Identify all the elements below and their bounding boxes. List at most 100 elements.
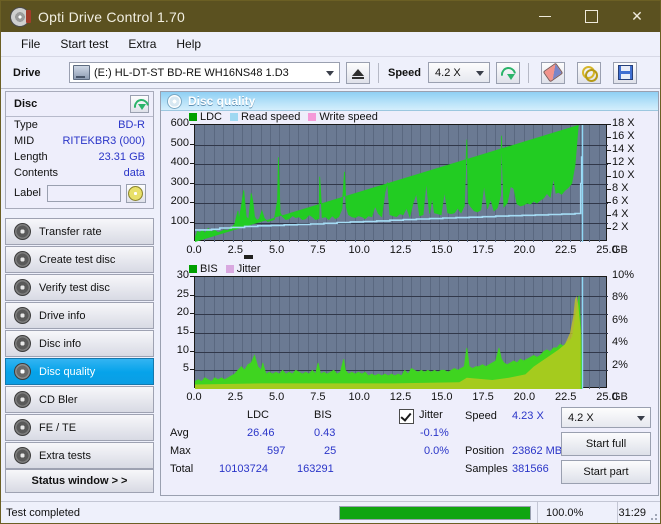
y2-axis-tick-label: 4 X [612,208,629,220]
chart-series-layer [195,125,608,242]
disc-label-input[interactable] [46,184,121,202]
start-full-button[interactable]: Start full [561,432,651,456]
y-axis-tick-label: 25 [176,287,189,300]
y-axis-tick [190,202,194,203]
x-axis-tick-label: 15.0 [431,391,453,403]
eject-button[interactable] [346,61,370,84]
test-speed-select[interactable]: 4.2 X [561,407,651,428]
legend-entry: Write speed [308,111,378,123]
status-text: Test completed [6,506,80,519]
refresh-icon [134,98,146,110]
y-axis-tick [190,222,194,223]
disc-icon [128,185,144,201]
refresh-button[interactable] [496,61,521,84]
y2-axis-tick [607,215,611,216]
stats-header-bis: BIS [314,409,332,421]
position-stat-label: Position [465,445,505,457]
minimize-button[interactable] [522,1,568,32]
sidebar-item-create-test-disc[interactable]: Create test disc [5,246,154,273]
disc-row-type: Type BD-R [6,117,153,133]
stats-row-label-max: Max [170,445,191,457]
menu-item-help[interactable]: Help [166,35,211,53]
sidebar-item-fe-te[interactable]: FE / TE [5,414,154,441]
sidebar-item-label: Verify test disc [39,281,110,294]
ldc-chart: LDC Read speed Write speed 100 200 300 400 500… [161,110,658,262]
status-window-button[interactable]: Status window > > [5,469,154,493]
stats-header-ldc: LDC [247,409,270,421]
stats-max-bis: 25 [324,445,337,457]
sidebar-item-disc-info[interactable]: Disc info [5,330,154,357]
x-axis-tick-label: 5.0 [268,244,285,256]
y2-axis-tick-label: 10% [612,269,635,281]
app-window: Opti Drive Control 1.70 ✕ File Start tes… [0,0,661,524]
sidebar-item-transfer-rate[interactable]: Transfer rate [5,218,154,245]
speed-select-value: 4.2 X [435,66,461,79]
disc-refresh-button[interactable] [130,95,149,113]
series-ldc [195,125,579,242]
drive-select-value: (E:) HL-DT-ST BD-RE WH16NS48 1.D3 [94,66,289,79]
y2-axis-tick [607,176,611,177]
menu-item-file[interactable]: File [11,35,50,53]
menu-item-start-test[interactable]: Start test [50,35,118,53]
y-axis-tick [190,163,194,164]
y-axis-tick-label: 10 [176,343,189,356]
sidebar-item-label: Drive info [39,309,86,322]
sidebar-item-extra-tests[interactable]: Extra tests [5,442,154,469]
legend-label: LDC [200,110,223,123]
disc-icon [14,251,31,268]
sidebar-item-label: Disc quality [39,365,96,378]
sidebar-item-cd-bler[interactable]: CD Bler [5,386,154,413]
jitter-checkbox[interactable] [399,409,414,424]
speed-select[interactable]: 4.2 X [428,62,491,83]
stats-avg-bis: 0.43 [314,427,336,439]
x-axis-tick-label: 17.5 [472,244,494,256]
start-part-button[interactable]: Start part [561,460,651,484]
speed-label: Speed [388,66,422,79]
x-axis-tick-label: 20.0 [513,244,536,256]
speed-stat-label: Speed [465,410,497,422]
y-axis-tick-label: 600 [170,117,189,129]
drive-select[interactable]: (E:) HL-DT-ST BD-RE WH16NS48 1.D3 [69,62,340,83]
disc-row-value: BD-R [118,119,145,131]
y-axis-tick-label: 400 [170,156,189,168]
y2-axis-tick-label: 16 X [612,130,635,142]
erase-button[interactable] [541,61,566,84]
close-button[interactable]: ✕ [614,1,660,32]
disc-icon [14,419,31,436]
y2-axis-tick-label: 6 X [612,195,629,207]
sidebar-item-label: Extra tests [39,449,91,462]
legend-entry: LDC [189,111,222,123]
x-axis-unit-label: GB [612,244,628,256]
y-axis-tick [190,295,194,296]
disc-label-apply-button[interactable] [125,183,146,203]
speed-stat-value: 4.23 X [512,410,544,422]
window-title: Opti Drive Control 1.70 [38,8,185,25]
drive-label: Drive [13,66,41,79]
x-axis-tick-label: 5.0 [268,391,285,403]
maximize-button[interactable] [568,1,614,32]
y2-axis-tick [607,163,611,164]
disc-icon [14,363,31,380]
y-axis-tick [190,144,194,145]
y2-axis-tick [607,137,611,138]
disc-panel-title: Disc [14,98,38,110]
drive-device-icon [73,65,90,80]
content-panel: Disc quality LDC Read speed Write speed 10… [160,91,659,496]
disc-icon [14,279,31,296]
disc-row-key: Length [14,151,48,163]
save-button[interactable] [613,61,638,84]
settings-button[interactable] [577,61,602,84]
sidebar-item-verify-test-disc[interactable]: Verify test disc [5,274,154,301]
save-icon [617,65,633,80]
sidebar-item-drive-info[interactable]: Drive info [5,302,154,329]
y2-axis-tick-label: 14 X [612,143,635,155]
menu-item-extra[interactable]: Extra [118,35,166,53]
resize-grip[interactable] [648,511,658,521]
sidebar-item-label: Disc info [39,337,82,350]
y-axis-tick-label: 100 [170,214,189,227]
chevron-down-icon [476,70,485,76]
disc-icon [14,223,31,240]
y-axis-tick [190,332,194,333]
sidebar-item-disc-quality[interactable]: Disc quality [5,358,154,385]
disc-panel-header: Disc [6,92,153,117]
